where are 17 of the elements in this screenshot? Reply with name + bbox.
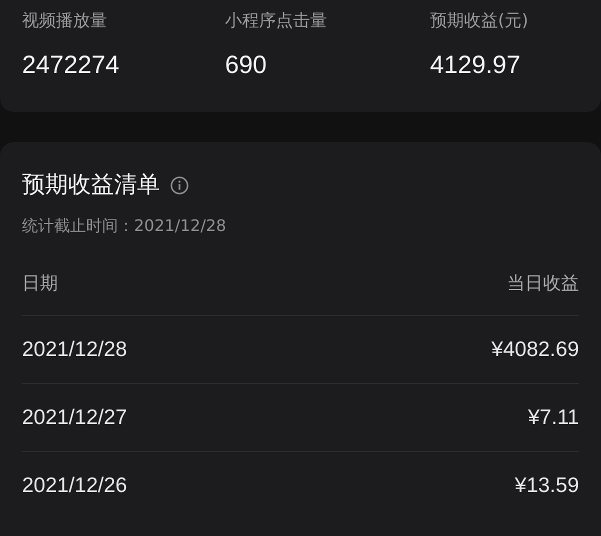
- date-cell: 2021/12/28: [22, 338, 128, 362]
- column-header: 当日收益: [507, 272, 579, 295]
- stat-value: 690: [225, 50, 268, 80]
- amount-cell: ¥7.11: [528, 406, 579, 430]
- stat-label: 预期收益(元): [430, 10, 530, 33]
- amount-cell: ¥4082.69: [491, 338, 579, 362]
- stat-value: 2472274: [22, 50, 120, 80]
- section-title: 预期收益清单: [22, 171, 160, 200]
- date-cell: 2021/12/26: [22, 474, 128, 498]
- date-cell: 2021/12/27: [22, 406, 128, 430]
- column-header: 日期: [22, 272, 58, 295]
- info-icon[interactable]: [170, 176, 189, 194]
- cutoff-time: 统计截止时间：2021/12/28: [22, 215, 228, 237]
- amount-cell: ¥13.59: [514, 474, 579, 498]
- stat-value: 4129.97: [430, 50, 522, 80]
- stat-label: 视频播放量: [22, 10, 108, 33]
- stat-label: 小程序点击量: [225, 10, 328, 33]
